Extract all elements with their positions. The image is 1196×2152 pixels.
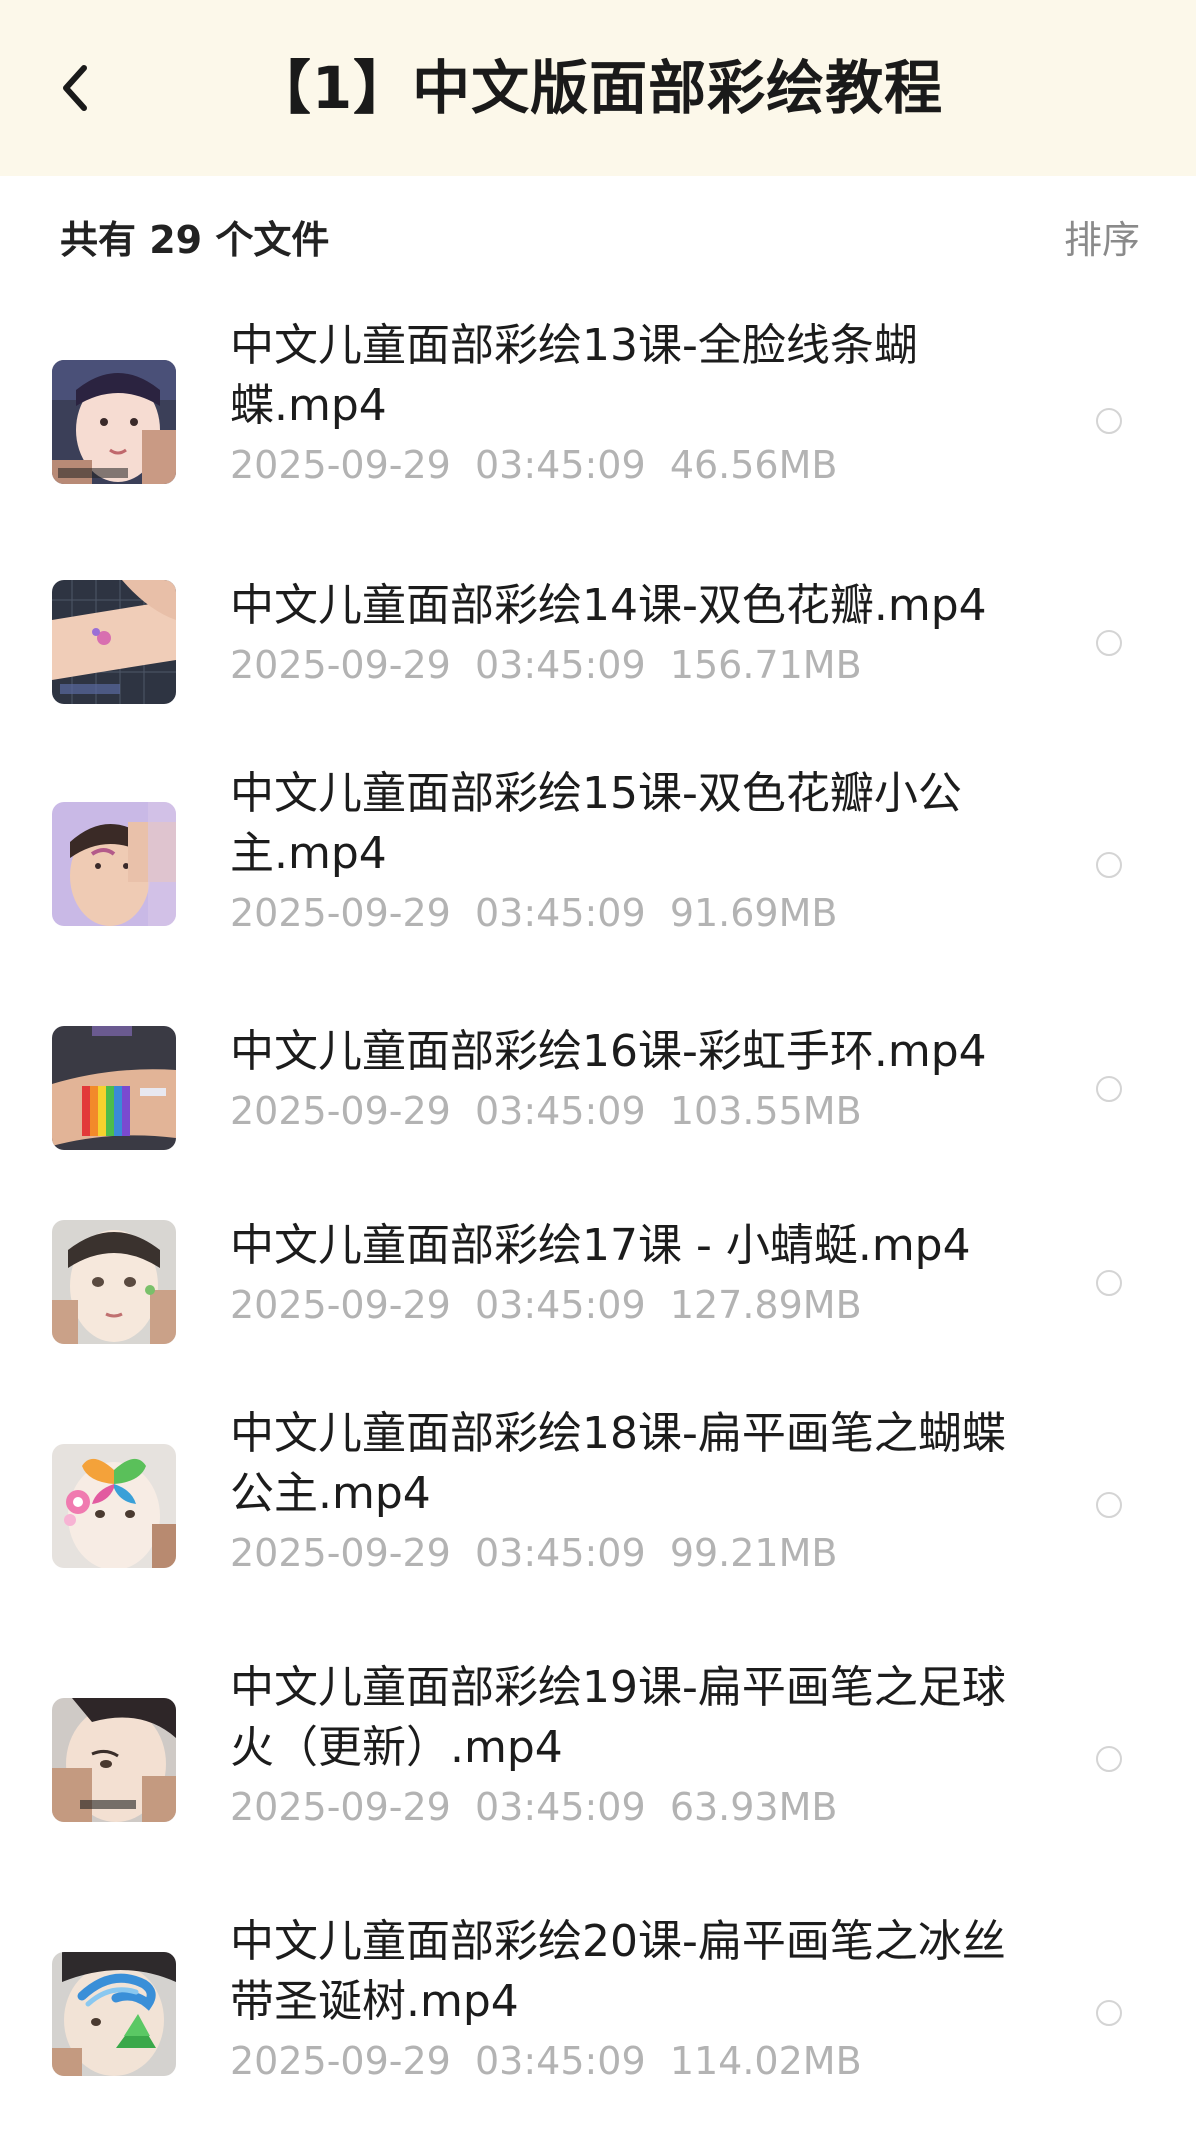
select-radio[interactable] bbox=[1096, 1076, 1122, 1102]
file-name: 中文儿童面部彩绘18课-扁平画笔之蝴蝶公主.mp4 bbox=[230, 1408, 1006, 1519]
video-thumbnail bbox=[52, 1444, 176, 1568]
file-name: 中文儿童面部彩绘14课-双色花瓣.mp4 bbox=[230, 580, 987, 631]
select-radio[interactable] bbox=[1096, 1270, 1122, 1296]
video-thumbnail bbox=[52, 360, 176, 484]
file-meta: 2025-09-29 03:45:09 63.93MB bbox=[230, 1785, 838, 1829]
select-radio[interactable] bbox=[1096, 408, 1122, 434]
file-item[interactable]: 中文儿童面部彩绘13课-全脸线条蝴蝶.mp4 2025-09-29 03:45:… bbox=[0, 296, 1196, 516]
file-meta: 2025-09-29 03:45:09 114.02MB bbox=[230, 2039, 862, 2083]
app-header: 【1】中文版面部彩绘教程 bbox=[0, 0, 1196, 176]
video-thumbnail bbox=[52, 1026, 176, 1150]
sort-button[interactable]: 排序 bbox=[1064, 210, 1140, 270]
file-item[interactable]: 中文儿童面部彩绘17课 - 小蜻蜓.mp4 2025-09-29 03:45:0… bbox=[0, 1186, 1196, 1380]
file-item[interactable]: 中文儿童面部彩绘18课-扁平画笔之蝴蝶公主.mp4 2025-09-29 03:… bbox=[0, 1380, 1196, 1634]
file-meta: 2025-09-29 03:45:09 46.56MB bbox=[230, 443, 838, 487]
file-name: 中文儿童面部彩绘16课-彩虹手环.mp4 bbox=[230, 1026, 987, 1077]
file-meta: 2025-09-29 03:45:09 99.21MB bbox=[230, 1531, 838, 1575]
file-name: 中文儿童面部彩绘17课 - 小蜻蜓.mp4 bbox=[230, 1220, 971, 1271]
file-browser-screen: 【1】中文版面部彩绘教程 共有 29 个文件 排序 中文儿童面部彩绘13课-全脸… bbox=[0, 0, 1196, 2152]
file-meta: 2025-09-29 03:45:09 127.89MB bbox=[230, 1283, 862, 1327]
page-title: 【1】中文版面部彩绘教程 bbox=[252, 54, 944, 122]
video-thumbnail bbox=[52, 1698, 176, 1822]
file-name: 中文儿童面部彩绘15课-双色花瓣小公主.mp4 bbox=[230, 768, 962, 879]
file-name: 中文儿童面部彩绘19课-扁平画笔之足球火（更新）.mp4 bbox=[230, 1662, 1006, 1773]
file-meta: 2025-09-29 03:45:09 103.55MB bbox=[230, 1089, 862, 1133]
summary-bar: 共有 29 个文件 排序 bbox=[0, 176, 1196, 296]
file-item[interactable]: 中文儿童面部彩绘20课-扁平画笔之冰丝带圣诞树.mp4 2025-09-29 0… bbox=[0, 1888, 1196, 2142]
file-item[interactable]: 中文儿童面部彩绘14课-双色花瓣.mp4 2025-09-29 03:45:09… bbox=[0, 540, 1196, 740]
file-name: 中文儿童面部彩绘13课-全脸线条蝴蝶.mp4 bbox=[230, 320, 918, 431]
file-name: 中文儿童面部彩绘20课-扁平画笔之冰丝带圣诞树.mp4 bbox=[230, 1916, 1006, 2027]
file-item[interactable]: 中文儿童面部彩绘19课-扁平画笔之足球火（更新）.mp4 2025-09-29 … bbox=[0, 1634, 1196, 1888]
file-item[interactable]: 中文儿童面部彩绘15课-双色花瓣小公主.mp4 2025-09-29 03:45… bbox=[0, 740, 1196, 986]
file-count-label: 共有 29 个文件 bbox=[60, 218, 330, 262]
video-thumbnail bbox=[52, 1220, 176, 1344]
video-thumbnail bbox=[52, 1952, 176, 2076]
video-thumbnail bbox=[52, 580, 176, 704]
select-radio[interactable] bbox=[1096, 852, 1122, 878]
file-item[interactable]: 中文儿童面部彩绘16课-彩虹手环.mp4 2025-09-29 03:45:09… bbox=[0, 986, 1196, 1186]
file-meta: 2025-09-29 03:45:09 156.71MB bbox=[230, 643, 862, 687]
video-thumbnail bbox=[52, 802, 176, 926]
select-radio[interactable] bbox=[1096, 630, 1122, 656]
select-radio[interactable] bbox=[1096, 2000, 1122, 2026]
file-meta: 2025-09-29 03:45:09 91.69MB bbox=[230, 891, 838, 935]
select-radio[interactable] bbox=[1096, 1746, 1122, 1772]
select-radio[interactable] bbox=[1096, 1492, 1122, 1518]
